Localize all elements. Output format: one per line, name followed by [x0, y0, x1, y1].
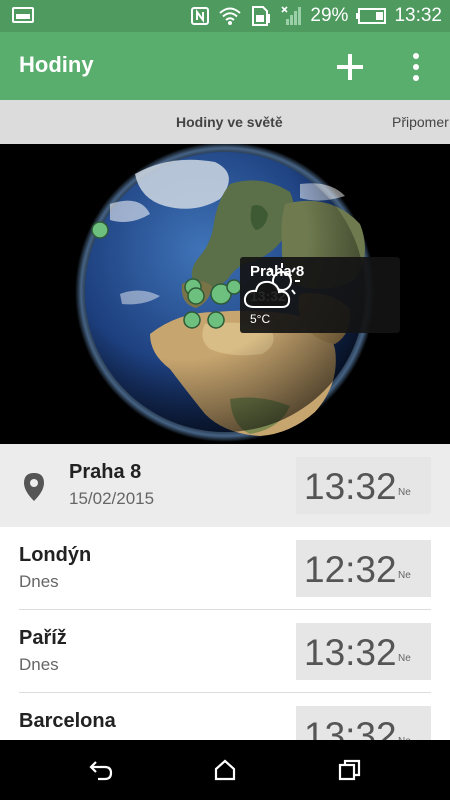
city-name: Barcelona: [19, 710, 116, 732]
time-value: 13:32: [304, 632, 397, 673]
city-marker[interactable]: [187, 287, 205, 305]
list-item-current-location[interactable]: Praha 8 15/02/2015 13:32 Ne: [0, 444, 450, 527]
status-bar: 29% 13:32: [0, 0, 450, 32]
add-button[interactable]: [333, 50, 367, 84]
day-abbrev: Ne: [398, 570, 411, 581]
city-name: Paříž: [19, 627, 67, 649]
back-icon: [89, 761, 113, 781]
city-name: Londýn: [19, 544, 92, 566]
tab-world-clock[interactable]: Hodiny ve světě: [176, 114, 283, 130]
battery-percent: 29%: [310, 5, 349, 26]
city-marker[interactable]: [226, 279, 242, 295]
partly-cloudy-icon: [243, 263, 300, 308]
recents-button[interactable]: [337, 758, 363, 782]
app-title: Hodiny: [19, 52, 94, 77]
world-clock-list: Praha 8 15/02/2015 13:32 Ne Londýn Dnes …: [0, 444, 450, 740]
day-abbrev: Ne: [398, 487, 411, 498]
time-value: 12:32: [304, 549, 397, 590]
list-item[interactable]: Londýn Dnes 12:32 Ne: [0, 527, 450, 610]
signal-icon: [280, 5, 302, 27]
nfc-icon: [190, 6, 210, 26]
more-options-button[interactable]: [402, 50, 430, 84]
city-day: Dnes: [19, 655, 59, 674]
battery-icon: [356, 8, 387, 24]
city-callout[interactable]: Praha 8 13:32 5°C: [240, 257, 400, 333]
tab-strip: Hodiny ve světě Připomer: [0, 100, 450, 144]
tab-alarms[interactable]: Připomer: [392, 114, 449, 130]
time-display: 13:32 Ne: [296, 706, 431, 740]
status-time: 13:32: [394, 5, 442, 26]
city-marker[interactable]: [207, 311, 225, 329]
recents-icon: [338, 759, 361, 781]
city-marker[interactable]: [91, 221, 109, 239]
day-abbrev: Ne: [398, 653, 411, 664]
home-button[interactable]: [212, 758, 238, 782]
image-notification-icon: [12, 7, 34, 23]
time-display: 13:32 Ne: [296, 457, 431, 514]
time-value: 13:32: [304, 715, 397, 740]
wifi-icon: [218, 6, 242, 26]
time-display: 12:32 Ne: [296, 540, 431, 597]
time-display: 13:32 Ne: [296, 623, 431, 680]
status-icons: 29% 13:32: [190, 0, 442, 32]
world-map[interactable]: Praha 8 13:32 5°C: [0, 144, 450, 444]
city-day: Dnes: [19, 572, 59, 591]
sim-card-icon: [250, 5, 272, 27]
city-date: 15/02/2015: [69, 489, 155, 508]
add-icon: [337, 54, 363, 80]
location-pin-icon: [24, 473, 44, 501]
more-vert-icon: [413, 53, 419, 81]
list-item[interactable]: Barcelona 13:32 Ne: [0, 693, 450, 740]
city-name: Praha 8: [69, 461, 142, 483]
time-value: 13:32: [304, 466, 397, 507]
list-item[interactable]: Paříž Dnes 13:32 Ne: [0, 610, 450, 693]
app-bar: Hodiny: [0, 32, 450, 100]
home-icon: [214, 759, 236, 781]
navigation-bar: [0, 740, 450, 800]
city-marker[interactable]: [183, 311, 201, 329]
back-button[interactable]: [88, 758, 114, 782]
